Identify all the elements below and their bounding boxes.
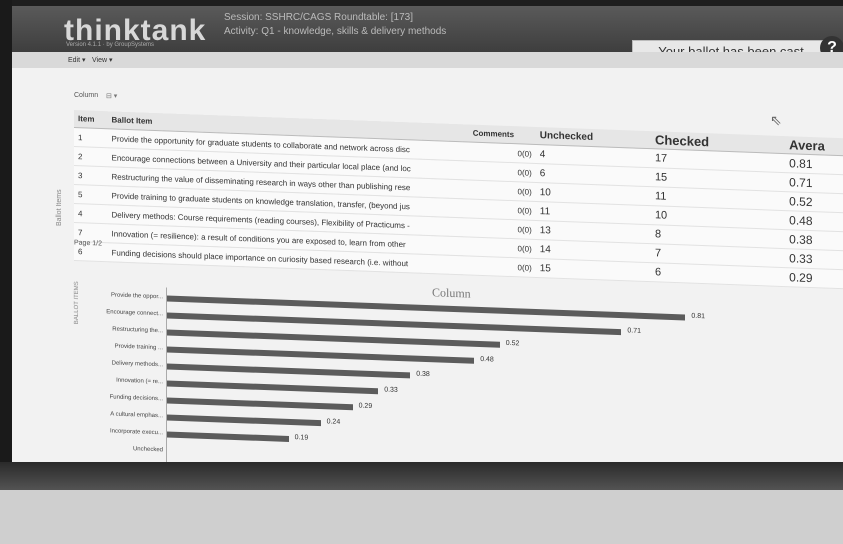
cell-average: 0.38 [785, 229, 843, 252]
chart-data-label: 0.33 [384, 386, 398, 394]
chart-data-label: 0.29 [358, 402, 373, 411]
chart-data-label: 0.81 [691, 312, 706, 321]
mouse-cursor-icon: ⇖ [770, 112, 782, 128]
cell-item: 4 [74, 203, 108, 224]
monitor-stand [0, 490, 843, 544]
column-selector-dropdown-icon[interactable]: ⊟ ▾ [106, 92, 117, 100]
chart-category-label: Incorporate execu... [109, 428, 163, 437]
cell-comments[interactable]: 0(0) [468, 217, 536, 240]
edit-menu[interactable]: Edit ▾ [68, 56, 86, 64]
results-chart: Column BALLOT ITEMS Provide the oppor...… [72, 264, 843, 466]
cell-item: 5 [74, 184, 108, 205]
chart-plot-area: Provide the oppor... 0.81 Encourage connec… [106, 287, 843, 466]
chart-category-label: Provide the oppor... [110, 292, 163, 301]
chart-bar[interactable] [167, 414, 321, 427]
cell-item: 1 [74, 127, 108, 148]
activity-title: Activity: Q1 - knowledge, skills & deliv… [224, 26, 447, 37]
chart-data-label: 0.71 [627, 327, 642, 335]
chart-bar[interactable] [167, 363, 411, 379]
chart-category-label: Delivery methods... [111, 360, 163, 369]
cell-checked: 6 [650, 262, 786, 287]
cell-average: 0.71 [785, 172, 843, 195]
cell-comments[interactable]: 0(0) [468, 198, 536, 221]
cell-comments[interactable]: 0(0) [468, 236, 536, 259]
chart-category-label: Provide training ... [114, 343, 163, 352]
cell-comments[interactable]: 0(0) [468, 141, 536, 164]
chart-data-label: 0.24 [326, 418, 341, 426]
cell-average: 0.48 [785, 210, 843, 233]
chart-data-label: 0.48 [480, 355, 494, 364]
cell-item: 2 [74, 146, 108, 167]
ballot-items-side-tab[interactable]: Ballot Items [56, 189, 63, 226]
chart-category-label: A cultural emphas... [110, 411, 163, 420]
chart-y-axis-title: BALLOT ITEMS [74, 281, 80, 325]
chart-bar[interactable] [167, 431, 289, 442]
chart-category-label: Restructuring the... [112, 326, 163, 335]
chart-data-label: 0.52 [505, 339, 520, 348]
logo-subtitle: Version 4.1.1 · by GroupSystems [66, 42, 155, 48]
chart-category-label: Innovation (= re... [116, 377, 163, 386]
header-item[interactable]: Item [74, 110, 108, 129]
chart-bar[interactable] [167, 397, 353, 411]
results-table: Item Ballot Item Comments Unchecked Chec… [74, 110, 843, 290]
cell-average: 0.52 [785, 191, 843, 214]
chart-bar[interactable] [167, 346, 475, 364]
chart-category-label: Funding decisions... [109, 394, 163, 403]
chart-data-label: 0.38 [416, 370, 430, 379]
cell-comments[interactable]: 0(0) [468, 179, 536, 202]
chart-category-label: Encourage connect... [106, 309, 163, 318]
cell-average: 0.81 [785, 153, 843, 176]
chart-category-label: Unchecked [132, 446, 163, 454]
column-selector-label: Column [74, 92, 99, 99]
cell-unchecked: 15 [535, 258, 651, 282]
cell-item: 3 [74, 165, 108, 186]
cell-average: 0.33 [785, 248, 843, 271]
chart-bar[interactable] [167, 329, 500, 348]
cell-comments[interactable]: 0(0) [468, 160, 536, 183]
view-menu[interactable]: View ▾ [92, 56, 113, 64]
menu-bar: Edit ▾ View ▾ [12, 52, 843, 68]
app-screen: thinktank Version 4.1.1 · by GroupSystem… [12, 6, 843, 466]
chart-data-label: 0.19 [294, 434, 309, 442]
chart-bar[interactable] [167, 380, 379, 395]
cell-comments[interactable]: 0(0) [468, 255, 536, 278]
page-indicator[interactable]: Page 1/2 [74, 239, 102, 247]
cell-average: 0.29 [785, 267, 843, 290]
session-title: Session: SSHRC/CAGS Roundtable: [173] [224, 12, 413, 23]
